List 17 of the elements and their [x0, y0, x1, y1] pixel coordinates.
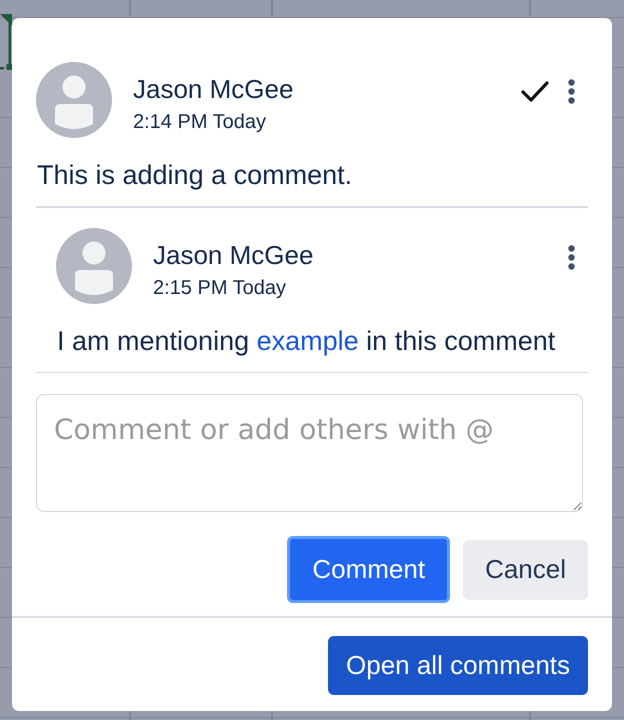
mention-link[interactable]: example — [256, 326, 359, 356]
comment-text: I am mentioning example in this comment — [57, 326, 556, 356]
comment-time: 2:14 PM Today — [133, 111, 268, 134]
cancel-button[interactable]: Cancel — [463, 540, 588, 600]
more-options-icon[interactable] — [568, 79, 575, 104]
author-name: Jason McGee — [133, 74, 294, 104]
open-all-comments-button[interactable]: Open all comments — [328, 636, 588, 695]
avatar-icon — [36, 62, 112, 138]
more-options-icon[interactable] — [568, 244, 575, 270]
avatar-icon — [56, 228, 132, 304]
author-name: Jason McGee — [153, 240, 314, 270]
comment-time: 2:15 PM Today — [153, 276, 288, 300]
comment-text: This is adding a comment. — [37, 160, 354, 191]
comment-field[interactable]: Comment or add others with @ — [36, 394, 583, 512]
comment-button[interactable]: Comment — [287, 536, 450, 603]
cell-selection-icon — [0, 14, 12, 72]
checkmark-icon[interactable] — [521, 81, 549, 102]
